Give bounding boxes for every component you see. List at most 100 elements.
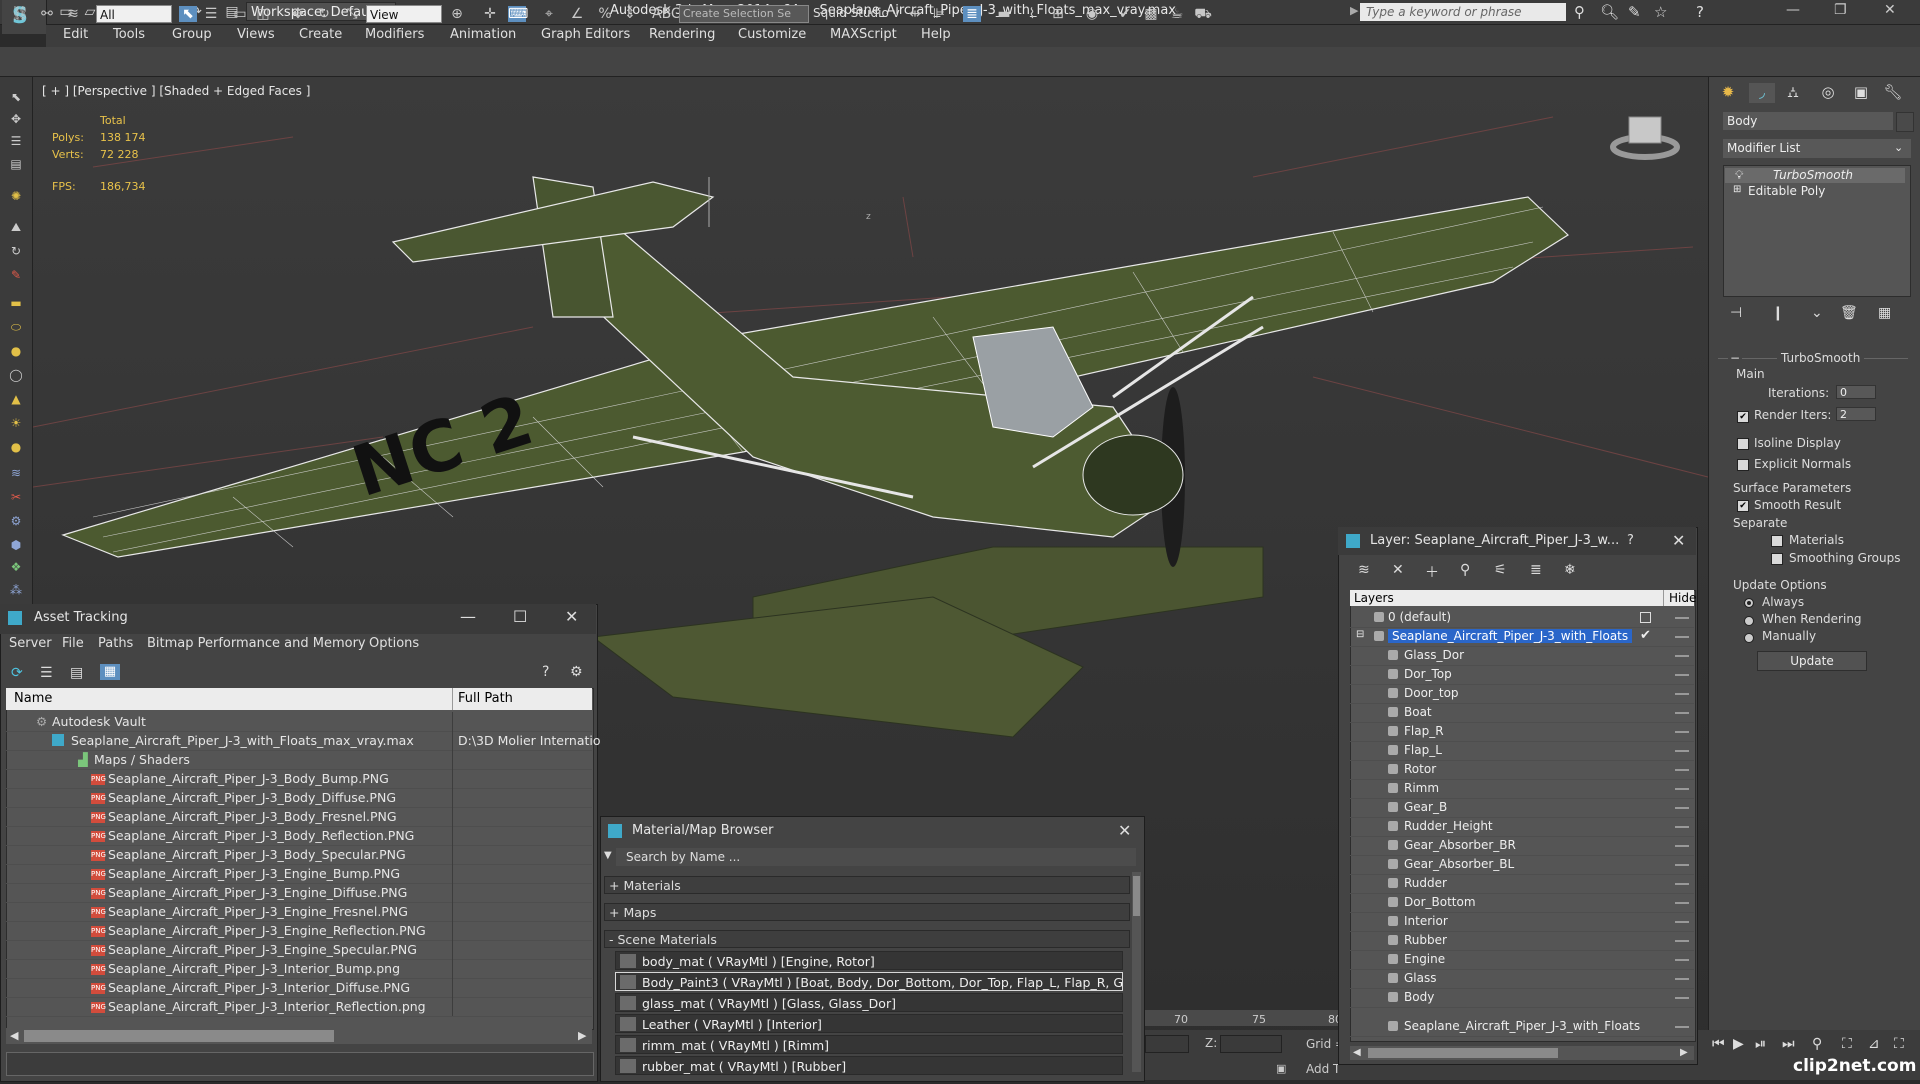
section-materials[interactable]: + Materials [604,876,1130,894]
menu-animation[interactable]: Animation [450,27,516,42]
minimize-icon[interactable]: — [1786,2,1800,18]
timeline[interactable] [1143,1010,1338,1026]
unlink-icon[interactable]: ⚯ [38,6,56,22]
bind-spacewarp-icon[interactable]: ≋ [64,6,82,22]
scrollbar-thumb[interactable] [24,1030,334,1042]
update-button[interactable]: Update [1757,651,1867,671]
isoline-checkbox[interactable] [1737,438,1749,450]
smooth-result-checkbox[interactable]: ✔ [1737,500,1749,512]
list-item[interactable]: body_mat ( VRayMtl ) [Engine, Rotor] [615,951,1123,970]
mirror-icon[interactable]: ⇹ [906,6,924,22]
spinner-snap-icon[interactable]: ⇕ [621,6,639,22]
rectangular-selection-icon[interactable]: ▭ [231,6,249,22]
asset-menu-file[interactable]: File [62,636,84,651]
rotate-tool-icon[interactable]: ↻ [7,244,25,258]
menu-views[interactable]: Views [237,27,275,42]
asset-menu-paths[interactable]: Paths [98,636,133,651]
motion-tab-icon[interactable]: ◎ [1815,83,1841,103]
list-item[interactable]: glass_mat ( VRayMtl ) [Glass, Glass_Dor] [615,993,1123,1012]
subscription-icon[interactable]: ✎ [1628,3,1641,21]
layer-object-row[interactable]: Door_top [1350,684,1694,704]
scrollbar-thumb[interactable] [1133,876,1140,916]
layer-object-row[interactable]: Glass_Dor [1350,646,1694,666]
layer-object-row[interactable]: Boat [1350,703,1694,723]
table-row[interactable]: ▟ Maps / Shaders [6,750,592,770]
layer-manager-icon[interactable]: ≣ [963,6,981,22]
configure-sets-icon[interactable]: ▦ [1878,305,1891,321]
chevron-down-icon[interactable]: ▼ [604,850,612,861]
asset-menu-options[interactable]: Options [369,636,419,651]
field-of-view-icon[interactable]: ⊿ [1868,1036,1880,1052]
help-icon[interactable]: ? [1696,3,1704,21]
hierarchy-tab-icon[interactable]: ⛼ [1780,83,1806,103]
angle-snap-icon[interactable]: ∠ [568,6,586,22]
menu-group[interactable]: Group [172,27,212,42]
favorites-star-icon[interactable]: ☆ [1654,3,1667,21]
layer-object-row[interactable]: Rimm [1350,779,1694,799]
layer-object-row[interactable]: Gear_Absorber_BL [1350,855,1694,875]
delete-layer-icon[interactable]: ✕ [1392,562,1404,578]
coord-x-field[interactable] [1145,1035,1189,1053]
material-search-input[interactable]: Search by Name ... [616,848,1136,866]
layer-object-row[interactable]: Dor_Bottom [1350,893,1694,913]
cylinder-tool-icon[interactable]: ⬭ [7,320,25,334]
scroll-right-icon[interactable]: ▶ [578,1029,586,1042]
shape-tool-icon[interactable]: ❖ [7,560,25,574]
update-when-rendering-radio[interactable] [1744,616,1754,626]
table-row[interactable]: PNG Seaplane_Aircraft_Piper_J-3_Engine_Sp… [6,940,592,960]
asset-menu-bitmap-performance[interactable]: Bitmap Performance and Memory [147,636,366,651]
rollout-title[interactable]: TurboSmooth [1777,351,1865,365]
checkmark-icon[interactable]: ✔ [1640,628,1651,643]
paint-tool-icon[interactable]: ✎ [7,268,25,282]
curve-editor-icon[interactable]: ⌇ [1023,6,1041,22]
align-icon[interactable]: ⊫ [930,6,948,22]
layer-object-row[interactable]: Glass [1350,969,1694,989]
table-row[interactable]: PNG Seaplane_Aircraft_Piper_J-3_Engine_Re… [6,921,592,941]
zoom-icon[interactable]: ⚲ [1812,1036,1822,1052]
help-icon[interactable]: ? [1627,533,1634,548]
chevron-down-icon[interactable]: ⌄ [1894,141,1903,154]
table-row[interactable]: PNG Seaplane_Aircraft_Piper_J-3_Interior_… [6,997,592,1017]
rotate-icon[interactable]: ↻ [315,6,333,22]
spacewarp-tool-icon[interactable]: ≋ [7,466,25,480]
add-time-tag-button[interactable]: Add T [1306,1062,1340,1076]
lock-icon[interactable]: ▣ [1276,1062,1286,1075]
list-item[interactable]: Leather ( VRayMtl ) [Interior] [615,1014,1123,1033]
restore-icon[interactable]: ❐ [1834,2,1847,18]
material-editor-icon[interactable]: ◉ [1083,6,1101,22]
layer-object-row[interactable]: Rudder_Height [1350,817,1694,837]
modify-tab-icon[interactable]: ◞ [1749,83,1775,103]
maximize-icon[interactable]: ☐ [513,607,527,626]
layer-row-default[interactable]: 0 (default) [1350,608,1694,628]
layer-object-row[interactable]: Rotor [1350,760,1694,780]
column-name-header[interactable]: Name [14,691,52,706]
explicit-normals-checkbox[interactable] [1737,459,1749,471]
highlight-selected-icon[interactable]: ⚟ [1494,562,1507,578]
torus-tool-icon[interactable]: ◯ [7,368,25,382]
coord-z-field[interactable] [1220,1035,1282,1053]
hide-all-icon[interactable]: ≣ [1530,562,1542,578]
render-setup-icon[interactable]: ✔ [1116,6,1134,22]
playback-start-icon[interactable]: ⏮ [1712,1036,1725,1052]
table-row[interactable]: PNG Seaplane_Aircraft_Piper_J-3_Body_Diff… [6,788,592,808]
object-color-swatch[interactable] [1896,112,1914,132]
table-row[interactable]: PNG Seaplane_Aircraft_Piper_J-3_Interior_… [6,959,592,979]
helper-tool-icon[interactable]: ✂ [7,490,25,504]
next-frame-icon[interactable]: ⏯ [1755,1036,1766,1052]
select-highlighted-icon[interactable]: ⚲ [1460,562,1470,578]
lightbulb-icon[interactable]: 💡︎ [1735,168,1743,183]
create-layer-icon[interactable]: ≋ [1358,562,1370,578]
pin-stack-icon[interactable]: ⊣ [1730,305,1742,321]
terrain-tool-icon[interactable]: ⛰ [7,220,25,234]
vault-settings-icon[interactable]: ⚙ [570,664,583,680]
render-iterative-icon[interactable]: ⛟ [1194,6,1212,22]
smoothing-groups-checkbox[interactable] [1771,553,1783,565]
list-view-icon[interactable]: ☰ [40,665,53,681]
camera-tool-icon[interactable]: ⬢ [7,538,25,552]
make-unique-icon[interactable]: ⌄ [1811,305,1823,321]
menu-graph-editors[interactable]: Graph Editors [541,27,630,42]
menu-edit[interactable]: Edit [63,27,88,42]
utilities-tab-icon[interactable]: 🔧︎ [1880,83,1906,103]
layer-object-row[interactable]: Body [1350,988,1694,1008]
layer-object-row[interactable]: Seaplane_Aircraft_Piper_J-3_with_Floats [1350,1017,1694,1037]
